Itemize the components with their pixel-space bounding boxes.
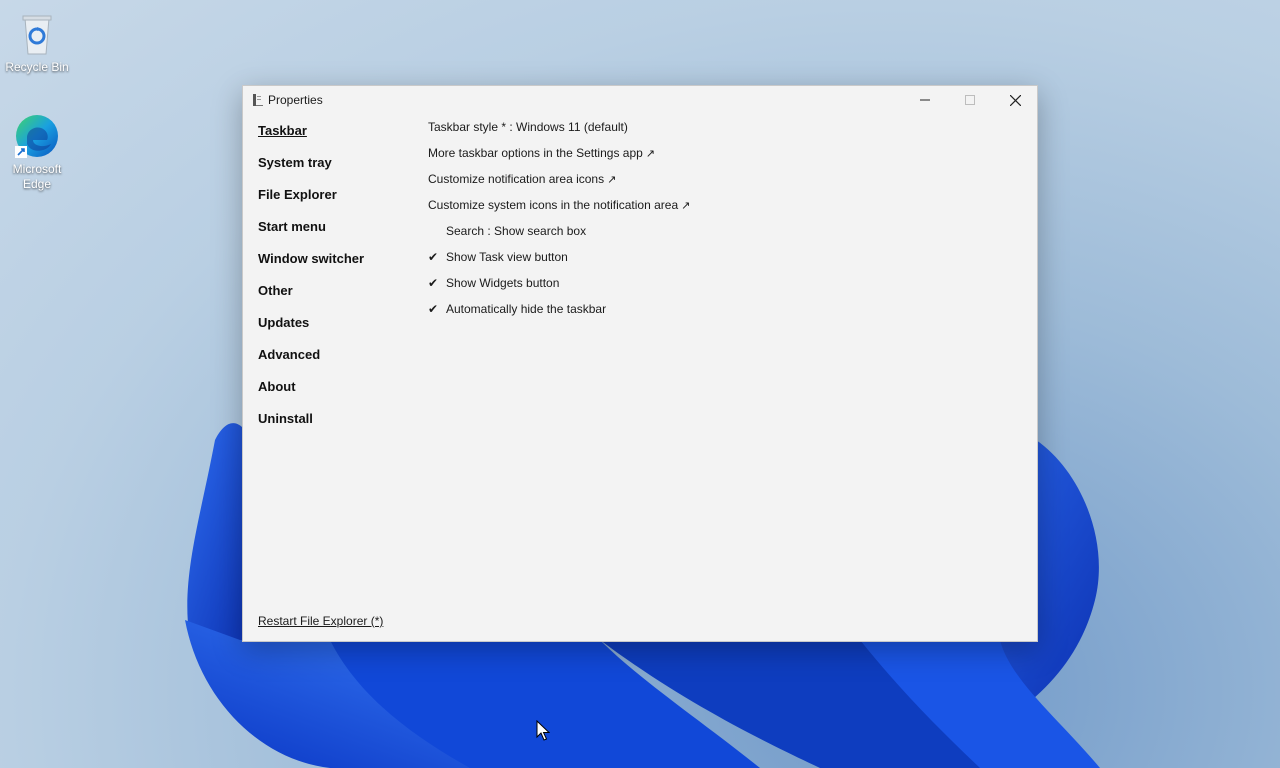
minimize-button[interactable] — [902, 86, 948, 114]
sidebar-item-taskbar[interactable]: Taskbar — [258, 122, 408, 154]
window-title: Properties — [268, 93, 323, 107]
checkbox-label: Show Widgets button — [446, 276, 560, 290]
widgets-checkbox[interactable]: ✔ Show Widgets button — [428, 275, 1008, 301]
desktop-icon-label: Recycle Bin — [5, 60, 69, 74]
sidebar-item-window-switcher[interactable]: Window switcher — [258, 250, 408, 282]
sidebar-item-updates[interactable]: Updates — [258, 314, 408, 346]
check-icon: ✔ — [428, 250, 439, 264]
settings-panel: Taskbar style * : Windows 11 (default) M… — [428, 119, 1008, 327]
external-link-icon: ↗ — [645, 148, 656, 160]
sidebar-item-label: About — [258, 379, 296, 394]
maximize-icon — [965, 95, 975, 105]
sidebar-item-label: Other — [258, 283, 293, 298]
edge-icon — [13, 112, 61, 160]
sidebar-item-label: System tray — [258, 155, 332, 170]
close-button[interactable] — [992, 86, 1038, 114]
sidebar-item-advanced[interactable]: Advanced — [258, 346, 408, 378]
external-link-icon: ↗ — [607, 174, 617, 186]
maximize-button[interactable] — [947, 86, 993, 114]
sidebar-item-file-explorer[interactable]: File Explorer — [258, 186, 408, 218]
sidebar-item-label: Window switcher — [258, 251, 365, 266]
link-label: More taskbar options in the Settings app — [428, 146, 643, 160]
properties-window: Properties Taskbar System tray File Expl… — [242, 85, 1038, 642]
search-option[interactable]: Search : Show search box — [428, 223, 1008, 249]
taskbar-style-label: Taskbar style * : Windows 11 (default) — [428, 120, 628, 134]
minimize-icon — [920, 99, 930, 101]
task-view-checkbox[interactable]: ✔ Show Task view button — [428, 249, 1008, 275]
desktop-icon-microsoft-edge[interactable]: Microsoft Edge — [1, 112, 73, 192]
restart-file-explorer-link[interactable]: Restart File Explorer (*) — [258, 614, 383, 628]
external-link-icon: ↗ — [681, 200, 691, 212]
sidebar-item-label: Start menu — [258, 219, 326, 234]
desktop: Recycle Bin Microsoft Edge Properties Ta… — [0, 0, 1280, 768]
app-icon — [253, 94, 263, 106]
sidebar-item-system-tray[interactable]: System tray — [258, 154, 408, 186]
search-option-label: Search : Show search box — [446, 224, 587, 238]
sidebar-item-other[interactable]: Other — [258, 282, 408, 314]
title-bar[interactable]: Properties — [243, 86, 1037, 114]
mouse-cursor-icon — [536, 720, 550, 741]
check-icon: ✔ — [428, 276, 439, 290]
check-icon: ✔ — [428, 302, 439, 316]
close-icon — [1009, 94, 1021, 106]
sidebar-item-label: Advanced — [258, 347, 321, 362]
taskbar-style-option[interactable]: Taskbar style * : Windows 11 (default) — [428, 119, 1008, 145]
link-label: Customize system icons in the notificati… — [428, 198, 679, 212]
recycle-bin-icon — [13, 10, 61, 58]
sidebar-nav: Taskbar System tray File Explorer Start … — [258, 122, 408, 442]
desktop-icon-label: Microsoft Edge — [12, 162, 62, 191]
sidebar-item-label: Updates — [258, 315, 310, 330]
sidebar-item-label: File Explorer — [258, 187, 337, 202]
sidebar-item-start-menu[interactable]: Start menu — [258, 218, 408, 250]
sidebar-item-label: Uninstall — [258, 411, 313, 426]
notification-icons-link[interactable]: Customize notification area icons ↗ — [428, 171, 1008, 197]
sidebar-item-label: Taskbar — [258, 123, 307, 138]
auto-hide-checkbox[interactable]: ✔ Automatically hide the taskbar — [428, 301, 1008, 327]
checkbox-label: Automatically hide the taskbar — [446, 302, 607, 316]
sidebar-item-uninstall[interactable]: Uninstall — [258, 410, 408, 442]
sidebar-item-about[interactable]: About — [258, 378, 408, 410]
system-icons-link[interactable]: Customize system icons in the notificati… — [428, 197, 1008, 223]
checkbox-label: Show Task view button — [446, 250, 568, 264]
more-taskbar-options-link[interactable]: More taskbar options in the Settings app… — [428, 145, 1008, 171]
link-label: Customize notification area icons — [428, 172, 605, 186]
desktop-icon-recycle-bin[interactable]: Recycle Bin — [1, 10, 73, 75]
